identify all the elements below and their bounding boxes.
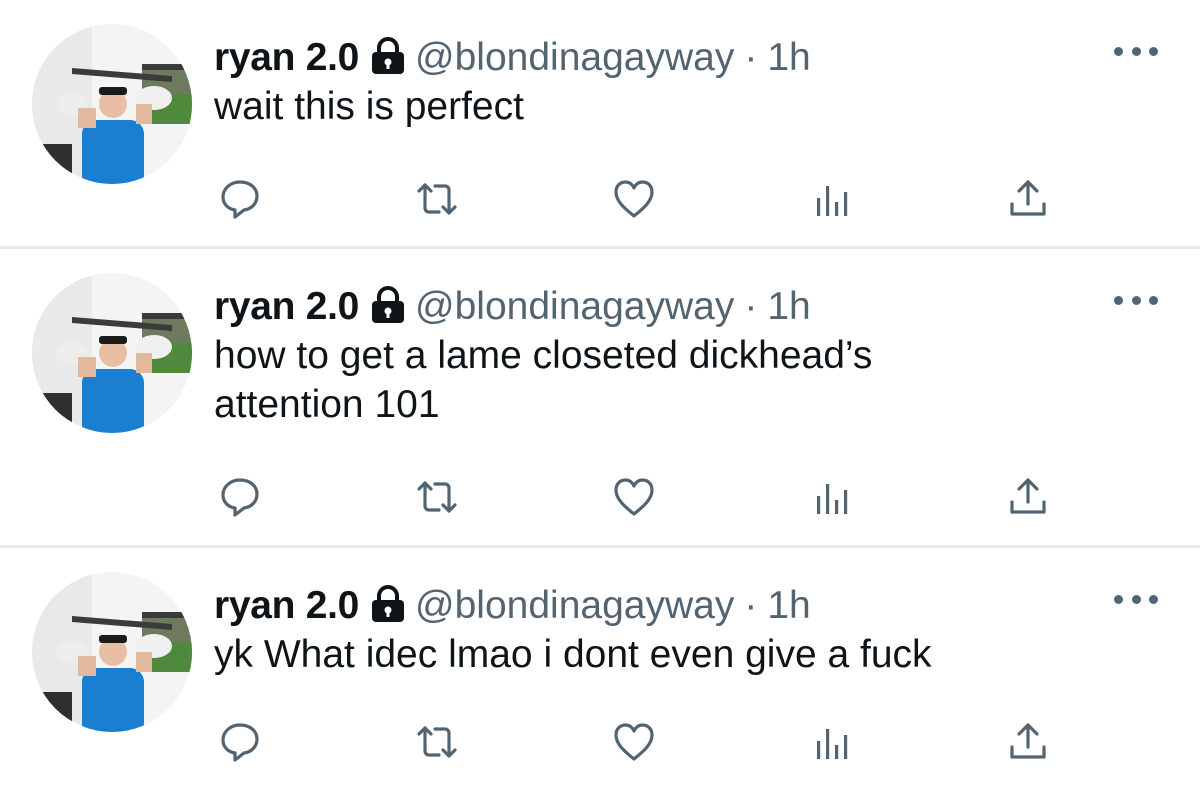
views-icon[interactable] [806, 472, 856, 522]
separator: · [744, 36, 758, 79]
timestamp[interactable]: 1h [767, 281, 810, 333]
lock-icon [369, 36, 407, 76]
more-icon[interactable] [1114, 291, 1158, 309]
tweet-feed: ryan 2.0 @blondinagayway · 1h wait this … [0, 0, 1200, 789]
reply-icon[interactable] [215, 472, 265, 522]
tweet-text-line: yk What idec lmao i dont even give a fuc… [214, 633, 932, 676]
action-bar [0, 717, 1200, 767]
tweet-header: ryan 2.0 @blondinagayway · 1h [214, 281, 811, 333]
reply-icon[interactable] [215, 717, 265, 767]
views-icon[interactable] [806, 717, 856, 767]
action-bar [0, 472, 1200, 522]
share-icon[interactable] [1003, 472, 1053, 522]
tweet-text: wait this is perfect [214, 82, 1114, 131]
tweet-text: yk What idec lmao i dont even give a fuc… [214, 630, 1114, 679]
action-bar [0, 174, 1200, 224]
heart-icon[interactable] [609, 472, 659, 522]
tweet-header: ryan 2.0 @blondinagayway · 1h [214, 580, 811, 632]
avatar[interactable] [32, 24, 192, 184]
tweet-text-line: how to get a lame closeted dickhead’s [214, 334, 873, 377]
tweet[interactable]: ryan 2.0 @blondinagayway · 1h yk What id… [0, 548, 1200, 789]
handle[interactable]: @blondinagayway [415, 580, 734, 632]
timestamp[interactable]: 1h [767, 32, 810, 84]
tweet-header: ryan 2.0 @blondinagayway · 1h [214, 32, 811, 84]
more-icon[interactable] [1114, 590, 1158, 608]
display-name[interactable]: ryan 2.0 [214, 281, 359, 333]
retweet-icon[interactable] [412, 472, 462, 522]
reply-icon[interactable] [215, 174, 265, 224]
avatar[interactable] [32, 572, 192, 732]
retweet-icon[interactable] [412, 174, 462, 224]
display-name[interactable]: ryan 2.0 [214, 580, 359, 632]
separator: · [744, 285, 758, 328]
tweet-text: how to get a lame closeted dickhead’s at… [214, 331, 1114, 429]
tweet[interactable]: ryan 2.0 @blondinagayway · 1h how to get… [0, 249, 1200, 545]
heart-icon[interactable] [609, 717, 659, 767]
retweet-icon[interactable] [412, 717, 462, 767]
share-icon[interactable] [1003, 717, 1053, 767]
views-icon[interactable] [806, 174, 856, 224]
more-icon[interactable] [1114, 42, 1158, 60]
display-name[interactable]: ryan 2.0 [214, 32, 359, 84]
heart-icon[interactable] [609, 174, 659, 224]
tweet[interactable]: ryan 2.0 @blondinagayway · 1h wait this … [0, 0, 1200, 246]
timestamp[interactable]: 1h [767, 580, 810, 632]
share-icon[interactable] [1003, 174, 1053, 224]
lock-icon [369, 285, 407, 325]
handle[interactable]: @blondinagayway [415, 281, 734, 333]
avatar[interactable] [32, 273, 192, 433]
tweet-text-line: attention 101 [214, 383, 440, 426]
handle[interactable]: @blondinagayway [415, 32, 734, 84]
tweet-text-line: wait this is perfect [214, 85, 524, 128]
separator: · [744, 584, 758, 627]
lock-icon [369, 584, 407, 624]
